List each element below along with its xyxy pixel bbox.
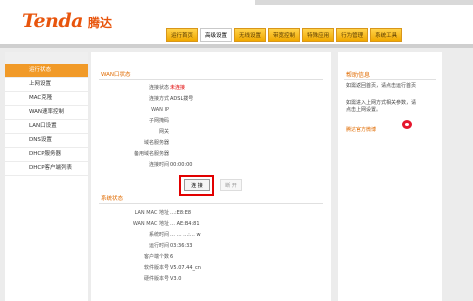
wan-row-backup-dns: 备用域名服务器 — [91, 150, 331, 159]
tab-special[interactable]: 特殊应用 — [302, 28, 335, 42]
help-panel: 帮助信息 如需返回首页，请点击运行首页 如需进入上网方式相关参数，请点击上网设置… — [338, 52, 442, 301]
sidebar-item-mac-clone[interactable]: MAC克隆 — [5, 92, 88, 106]
wan-row-subnet-mask: 子网掩码 — [91, 117, 331, 126]
header: Tenda 腾达 运行首页 高级设置 无线设置 带宽控制 特殊应用 行为管理 系… — [0, 0, 473, 46]
sys-label: LAN MAC 地址 — [134, 210, 169, 216]
tab-system-tools[interactable]: 系统工具 — [370, 28, 403, 42]
sys-label: WAN MAC 地址 — [132, 221, 169, 227]
sys-label: 硬件版本号 — [143, 276, 169, 282]
system-status-title: 系统状态 — [101, 196, 124, 202]
wan-row-connection-type: 连接方式 ADSL拨号 — [91, 95, 331, 104]
sys-row-system-time: 系统时间 … … …:… w — [91, 231, 331, 240]
sys-row-software-version: 软件版本号 V5.07.44_cn — [91, 264, 331, 273]
sys-row-wan-mac: WAN MAC 地址 … AE:B4:81 — [91, 220, 331, 229]
wan-label: WAN IP — [151, 107, 169, 113]
wan-label: 连接方式 — [148, 96, 169, 102]
wan-label: 连接时间 — [148, 162, 169, 168]
sidebar-item-internet-settings[interactable]: 上网设置 — [5, 78, 88, 92]
sys-label: 客户端个数 — [143, 254, 169, 260]
system-status-divider — [99, 203, 323, 204]
wan-label: 备用域名服务器 — [133, 151, 169, 157]
sys-row-client-count: 客户端个数 6 — [91, 253, 331, 262]
wan-row-wan-ip: WAN IP — [91, 106, 331, 115]
wan-value: 00:00:00 — [170, 162, 193, 168]
sys-value: … … …:… w — [170, 232, 201, 238]
wan-row-connection-status: 连接状态 未连接 — [91, 84, 331, 93]
sidebar-item-wan-speed[interactable]: WAN速率控制 — [5, 106, 88, 120]
sys-label: 运行时间 — [148, 243, 169, 249]
wan-status-title: WAN口状态 — [101, 72, 131, 78]
help-divider — [344, 79, 436, 80]
sys-value: 03:36:33 — [170, 243, 193, 249]
wan-label: 域名服务器 — [143, 140, 169, 146]
sys-value: 6 — [170, 254, 174, 260]
wan-row-connection-time: 连接时间 00:00:00 — [91, 161, 331, 170]
disconnect-button[interactable]: 断 开 — [220, 179, 242, 191]
wan-row-dns: 域名服务器 — [91, 139, 331, 148]
sidebar-item-dhcp-clients[interactable]: DHCP客户端列表 — [5, 162, 88, 176]
wan-value: ADSL拨号 — [170, 96, 194, 102]
sys-label: 软件版本号 — [143, 265, 169, 271]
sys-label: 系统时间 — [148, 232, 169, 238]
connect-button[interactable]: 连 接 — [184, 179, 210, 191]
header-topbar — [255, 0, 473, 5]
sidebar-item-running-status[interactable]: 运行状态 — [5, 64, 88, 78]
weibo-link[interactable]: 腾达官方微博 — [346, 126, 376, 133]
wan-label: 网关 — [158, 129, 169, 135]
sys-value: … AE:B4:81 — [170, 221, 200, 227]
help-paragraph-home: 如需返回首页，请点击运行首页 — [346, 83, 417, 89]
weibo-icon[interactable] — [402, 120, 412, 129]
sidebar-item-dhcp-server[interactable]: DHCP服务器 — [5, 148, 88, 162]
wan-row-gateway: 网关 — [91, 128, 331, 137]
top-nav: 运行首页 高级设置 无线设置 带宽控制 特殊应用 行为管理 系统工具 — [166, 28, 403, 42]
sidebar-top-spacer — [5, 52, 88, 64]
help-paragraph-internet: 如需进入上网方式相关参数，请点击上网设置。 — [346, 100, 417, 113]
sidebar-item-lan-settings[interactable]: LAN口设置 — [5, 120, 88, 134]
tab-home[interactable]: 运行首页 — [166, 28, 199, 42]
tab-wireless[interactable]: 无线设置 — [234, 28, 267, 42]
tab-bandwidth[interactable]: 带宽控制 — [268, 28, 301, 42]
wan-label: 子网掩码 — [148, 118, 169, 124]
sidebar: 运行状态 上网设置 MAC克隆 WAN速率控制 LAN口设置 DNS设置 DHC… — [5, 52, 88, 301]
wan-value: 未连接 — [170, 85, 186, 91]
sys-row-lan-mac: LAN MAC 地址 …:E8:E8 — [91, 209, 331, 218]
sys-value: V3.0 — [170, 276, 182, 282]
wan-status-divider — [99, 79, 323, 80]
sys-value: V5.07.44_cn — [170, 265, 201, 271]
tenda-logo: Tenda — [22, 10, 83, 32]
header-divider — [0, 44, 473, 48]
sys-row-hardware-version: 硬件版本号 V3.0 — [91, 275, 331, 284]
sys-value: …:E8:E8 — [170, 210, 192, 216]
sys-row-uptime: 运行时间 03:36:33 — [91, 242, 331, 251]
tenda-logo-cn: 腾达 — [88, 16, 113, 30]
sidebar-item-dns-settings[interactable]: DNS设置 — [5, 134, 88, 148]
help-title: 帮助信息 — [346, 72, 371, 79]
wan-label: 连接状态 — [148, 85, 169, 91]
tab-behavior[interactable]: 行为管理 — [336, 28, 369, 42]
tab-advanced[interactable]: 高级设置 — [200, 28, 233, 42]
